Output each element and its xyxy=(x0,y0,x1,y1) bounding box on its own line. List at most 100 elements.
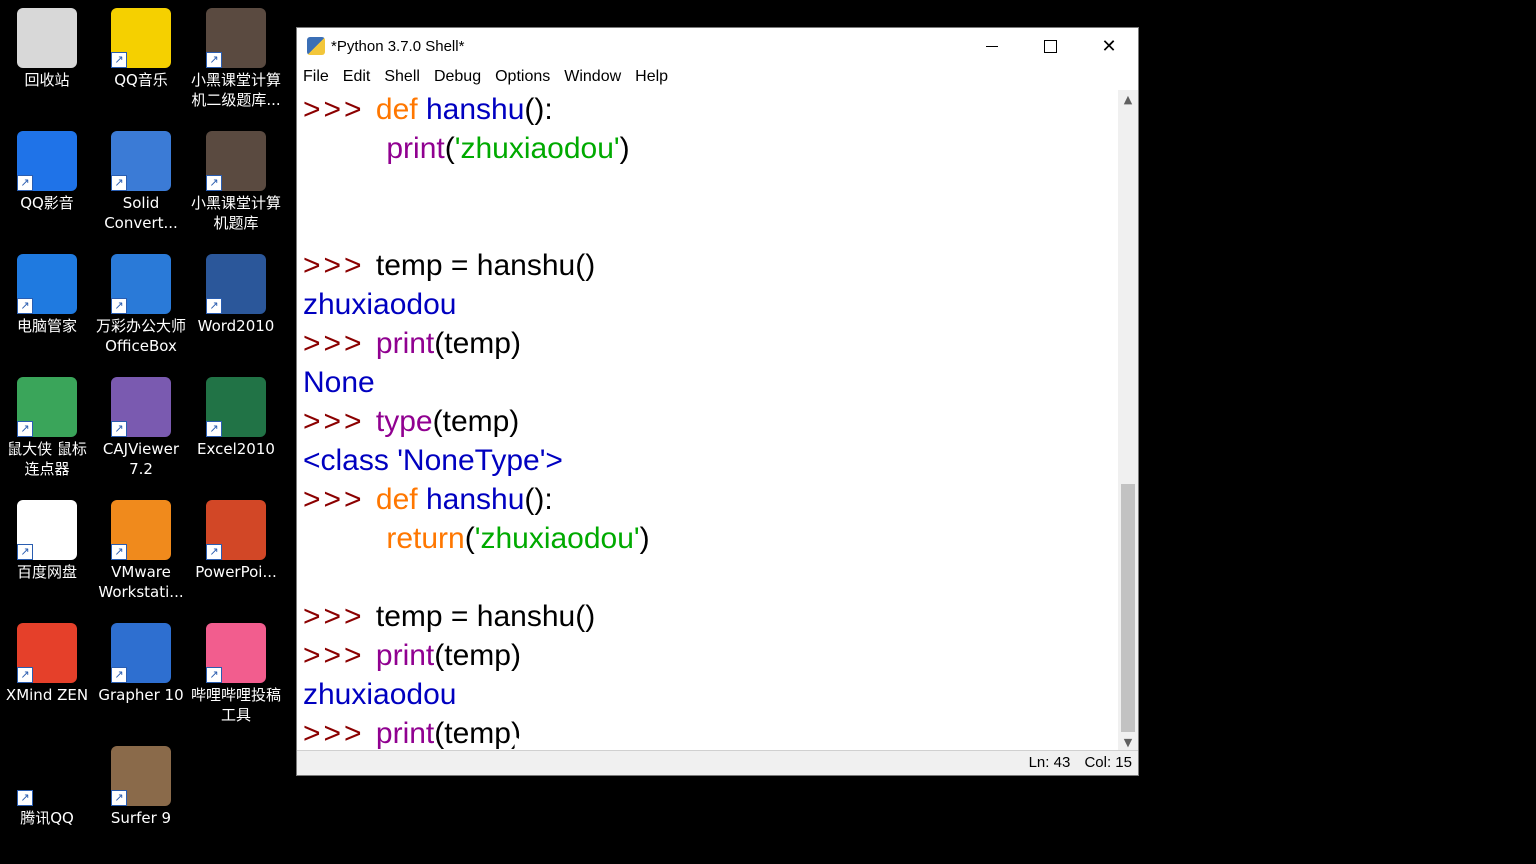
menu-options[interactable]: Options xyxy=(495,68,550,86)
menu-edit[interactable]: Edit xyxy=(343,68,371,86)
desktop-icon-label: 小黑课堂计算 机二级题库... xyxy=(190,71,281,109)
menu-shell[interactable]: Shell xyxy=(384,68,420,86)
shortcut-arrow-icon: ↗ xyxy=(206,421,222,437)
desktop-icon-label: 回收站 xyxy=(24,71,70,89)
vertical-scrollbar[interactable]: ▲ ▼ xyxy=(1118,90,1138,753)
shell-prompt: >>> xyxy=(303,405,376,438)
powerpoint-icon: ↗ xyxy=(206,500,266,560)
code-token: temp = hanshu() xyxy=(375,249,596,282)
idle-shell-window[interactable]: *Python 3.7.0 Shell* ✕ File Edit Shell D… xyxy=(296,27,1139,776)
qq-penguin-icon: ↗ xyxy=(17,746,77,806)
desktop-icon[interactable]: ↗ VMware Workstati... xyxy=(95,500,187,602)
shortcut-arrow-icon: ↗ xyxy=(111,790,127,806)
code-token: print xyxy=(375,327,435,360)
desktop-icon[interactable]: ↗ PowerPoi... xyxy=(190,500,282,582)
shell-line: >>> temp = hanshu() xyxy=(297,246,1117,285)
desktop-icon[interactable]: ↗ 百度网盘 xyxy=(1,500,93,582)
desktop-icon-label: CAJViewer 7.2 xyxy=(102,440,180,478)
code-token: (temp) xyxy=(434,327,521,360)
xiaohei-avatar-icon: ↗ xyxy=(206,8,266,68)
shell-line: None xyxy=(297,363,1117,402)
excel-icon: ↗ xyxy=(206,377,266,437)
desktop-icon[interactable]: ↗ Grapher 10 xyxy=(95,623,187,705)
shell-line: return('zhuxiaodou') xyxy=(297,519,1117,558)
desktop-icon[interactable]: ↗ CAJViewer 7.2 xyxy=(95,377,187,479)
desktop-icon-label: Grapher 10 xyxy=(98,686,184,704)
code-token: ) xyxy=(619,132,630,165)
menu-bar: File Edit Shell Debug Options Window Hel… xyxy=(297,64,1138,90)
status-col: Col: 15 xyxy=(1084,754,1132,771)
desktop-icon[interactable]: ↗ 鼠大侠 鼠标 连点器 xyxy=(1,377,93,479)
minimize-button[interactable] xyxy=(963,28,1021,64)
desktop-icon-label: 鼠大侠 鼠标 连点器 xyxy=(7,440,87,478)
menu-debug[interactable]: Debug xyxy=(434,68,481,86)
desktop-icon[interactable]: ↗ QQ影音 xyxy=(1,131,93,213)
desktop-icon[interactable]: 回收站 xyxy=(1,8,93,90)
desktop-icon[interactable]: ↗ 腾讯QQ xyxy=(1,746,93,828)
minimize-icon xyxy=(986,45,998,47)
python-icon xyxy=(307,37,325,55)
qq-music-icon: ↗ xyxy=(111,8,171,68)
baidu-netdisk-icon: ↗ xyxy=(17,500,77,560)
code-token: return xyxy=(386,522,465,555)
desktop-icon-label: Solid Convert... xyxy=(104,194,178,232)
code-token: (temp) xyxy=(432,405,520,438)
shell-line: >>> def hanshu(): xyxy=(297,90,1117,129)
shortcut-arrow-icon: ↗ xyxy=(17,421,33,437)
code-token: ( xyxy=(444,132,455,165)
surfer-icon: ↗ xyxy=(111,746,171,806)
recycle-bin-icon xyxy=(17,8,77,68)
solid-converter-icon: ↗ xyxy=(111,131,171,191)
code-token: ( xyxy=(464,522,475,555)
desktop-icon-label: 百度网盘 xyxy=(16,563,77,581)
close-button[interactable]: ✕ xyxy=(1080,28,1138,64)
shell-prompt: >>> xyxy=(303,93,376,126)
desktop-icon-label: VMware Workstati... xyxy=(98,563,184,601)
menu-help[interactable]: Help xyxy=(635,68,668,86)
maximize-button[interactable] xyxy=(1021,28,1079,64)
menu-file[interactable]: File xyxy=(303,68,329,86)
officebox-icon: ↗ xyxy=(111,254,171,314)
menu-window[interactable]: Window xyxy=(564,68,621,86)
code-token: 'zhuxiaodou' xyxy=(454,132,620,165)
desktop-icon[interactable]: ↗ 小黑课堂计算 机题库 xyxy=(190,131,282,233)
shell-text-area[interactable]: >>> def hanshu(): print('zhuxiaodou') >>… xyxy=(297,90,1117,753)
desktop-icon-label: 腾讯QQ xyxy=(20,809,74,827)
shell-prompt: >>> xyxy=(303,600,376,633)
desktop-icon-label: Excel2010 xyxy=(197,440,275,458)
desktop-icon[interactable]: ↗ 万彩办公大师 OfficeBox xyxy=(95,254,187,356)
desktop-icon[interactable]: ↗ Word2010 xyxy=(190,254,282,336)
shell-prompt: >>> xyxy=(303,639,376,672)
code-token: None xyxy=(303,366,375,399)
desktop-icon[interactable]: ↗ 小黑课堂计算 机二级题库... xyxy=(190,8,282,110)
scroll-up-icon[interactable]: ▲ xyxy=(1118,90,1138,110)
shortcut-arrow-icon: ↗ xyxy=(17,175,33,191)
desktop-icon[interactable]: ↗ Surfer 9 xyxy=(95,746,187,828)
maximize-icon xyxy=(1043,39,1057,53)
desktop-icon[interactable]: ↗ 哔哩哔哩投稿 工具 xyxy=(190,623,282,725)
desktop-icon[interactable]: ↗ Solid Convert... xyxy=(95,131,187,233)
desktop-icon[interactable]: ↗ 电脑管家 xyxy=(1,254,93,336)
scroll-thumb[interactable] xyxy=(1121,484,1135,732)
code-token: print xyxy=(375,639,435,672)
shortcut-arrow-icon: ↗ xyxy=(111,667,127,683)
shell-line: >>> print(temp) xyxy=(297,324,1117,363)
desktop-icon[interactable]: ↗ XMind ZEN xyxy=(1,623,93,705)
desktop-icon[interactable]: ↗ Excel2010 xyxy=(190,377,282,459)
code-token: (temp) xyxy=(434,639,521,672)
xmind-icon: ↗ xyxy=(17,623,77,683)
shell-line: >>> print(temp) xyxy=(297,714,1117,753)
shell-prompt: >>> xyxy=(303,717,376,750)
code-token: zhuxiaodou xyxy=(303,288,457,321)
shortcut-arrow-icon: ↗ xyxy=(111,52,127,68)
mouse-clicker-icon: ↗ xyxy=(17,377,77,437)
word-icon: ↗ xyxy=(206,254,266,314)
shell-line: zhuxiaodou xyxy=(297,675,1117,714)
title-bar[interactable]: *Python 3.7.0 Shell* ✕ xyxy=(297,28,1138,64)
shortcut-arrow-icon: ↗ xyxy=(111,544,127,560)
desktop-icon[interactable]: ↗ QQ音乐 xyxy=(95,8,187,90)
window-title: *Python 3.7.0 Shell* xyxy=(331,37,465,55)
xiaohei-avatar-icon: ↗ xyxy=(206,131,266,191)
